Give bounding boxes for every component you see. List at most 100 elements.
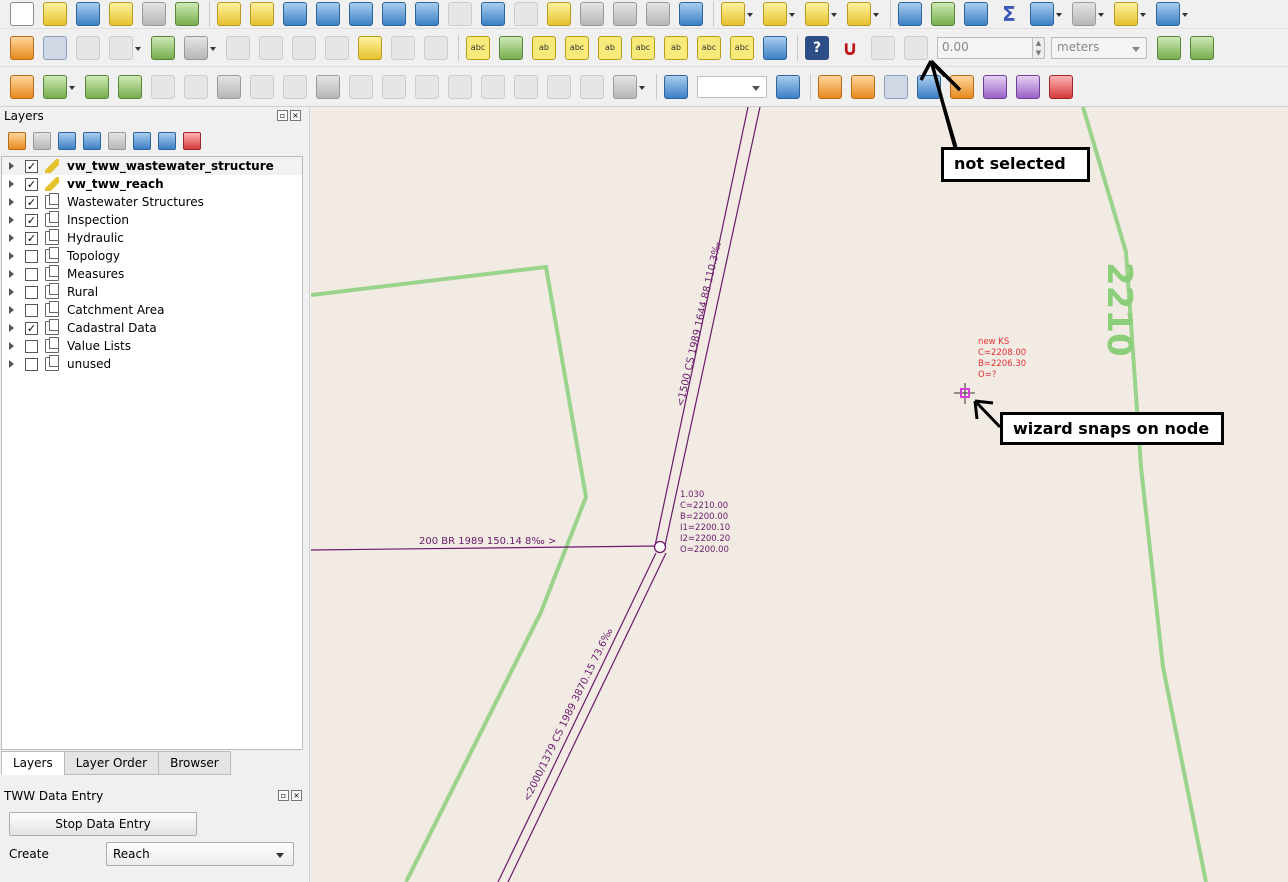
delete-ring-icon[interactable] <box>250 74 274 99</box>
expand-arrow-icon[interactable] <box>9 324 14 332</box>
layer-tree-row[interactable]: unused <box>2 355 302 373</box>
help-question-icon[interactable]: ? <box>805 35 829 60</box>
snap-intersection-icon[interactable] <box>1190 35 1214 60</box>
zoom-layer-icon[interactable] <box>415 2 439 26</box>
tww-connect-icon[interactable] <box>950 74 974 99</box>
tww-validity-icon[interactable] <box>1016 74 1040 99</box>
layer-tree-row[interactable]: Value Lists <box>2 337 302 355</box>
vertex-tool-icon[interactable] <box>151 35 175 60</box>
trash-icon[interactable] <box>259 35 283 60</box>
zoom-out-icon[interactable] <box>316 2 340 26</box>
topological-editing-icon[interactable] <box>1157 35 1181 60</box>
layer-tree-row[interactable]: Rural <box>2 283 302 301</box>
expand-all-icon[interactable] <box>133 132 151 150</box>
statistics-sigma-icon[interactable]: Σ <box>997 2 1021 26</box>
expand-arrow-icon[interactable] <box>9 162 14 170</box>
trim-extend-icon[interactable] <box>415 74 439 99</box>
tab-layer-order[interactable]: Layer Order <box>63 751 160 775</box>
redo-icon[interactable] <box>424 35 448 60</box>
snapping-type-icon[interactable] <box>904 35 928 60</box>
stop-data-entry-button[interactable]: Stop Data Entry <box>9 812 197 836</box>
expand-arrow-icon[interactable] <box>9 216 14 224</box>
open-project-icon[interactable] <box>43 2 67 26</box>
manhole-node[interactable] <box>653 540 667 554</box>
new-map-view-icon[interactable] <box>547 2 571 26</box>
zoom-next-icon[interactable] <box>514 2 538 26</box>
remove-layer-icon[interactable] <box>183 132 201 150</box>
layer-visibility-checkbox[interactable]: ✓ <box>25 321 38 335</box>
new-3d-view-icon[interactable] <box>580 2 604 26</box>
select-feature-icon[interactable] <box>721 2 753 26</box>
zoom-native-icon[interactable] <box>448 2 472 26</box>
refresh-icon[interactable] <box>679 2 703 26</box>
bookmark-icon[interactable] <box>613 2 637 26</box>
merge-attributes-icon[interactable] <box>547 74 571 99</box>
snapping-magnet-icon[interactable]: ∪ <box>838 36 862 60</box>
show-hide-label-icon[interactable]: ab <box>598 35 622 60</box>
python-console-icon[interactable] <box>763 35 787 60</box>
zoom-in-icon[interactable] <box>283 2 307 26</box>
tab-layers[interactable]: Layers <box>1 751 65 775</box>
map-canvas[interactable]: 2210 <1500 CS 1989 1644.88 110.3‰ <2000/… <box>311 107 1288 882</box>
tww-upstream-icon[interactable] <box>851 74 875 99</box>
pan-hand-icon[interactable] <box>217 2 241 26</box>
tab-browser[interactable]: Browser <box>158 751 231 775</box>
undo-icon[interactable] <box>391 35 415 60</box>
measure-ruler-icon[interactable] <box>1072 2 1104 26</box>
attribute-table-icon[interactable] <box>931 2 955 26</box>
database-icon[interactable] <box>776 74 800 99</box>
layer-visibility-checkbox[interactable] <box>25 339 38 353</box>
delete-selected-icon[interactable] <box>226 35 250 60</box>
rotate-feature-icon[interactable] <box>85 74 109 99</box>
layer-visibility-checkbox[interactable]: ✓ <box>25 213 38 227</box>
tww-wizard-icon[interactable] <box>884 74 908 99</box>
reshape-features-icon[interactable] <box>316 74 340 99</box>
expand-arrow-icon[interactable] <box>9 252 14 260</box>
expand-arrow-icon[interactable] <box>9 180 14 188</box>
select-by-location-icon[interactable] <box>847 2 879 26</box>
add-line-icon[interactable] <box>109 35 141 60</box>
filter-funnel-icon[interactable] <box>83 132 101 150</box>
snapping-unit-select[interactable]: meters <box>1051 36 1147 59</box>
expand-arrow-icon[interactable] <box>9 198 14 206</box>
close-panel-icon[interactable]: × <box>291 790 302 801</box>
float-panel-icon[interactable]: ▫ <box>277 110 288 121</box>
tolerance-spinbox-arrows[interactable]: ▲ ▼ <box>1033 36 1045 59</box>
layer-tree-row[interactable]: ✓ Inspection <box>2 211 302 229</box>
offset-point-icon[interactable] <box>613 74 645 99</box>
zoom-full-icon[interactable] <box>349 2 373 26</box>
layer-visibility-checkbox[interactable]: ✓ <box>25 159 38 173</box>
layer-tree-row[interactable]: ✓ vw_tww_reach <box>2 175 302 193</box>
layer-labeling-abc-icon[interactable]: abc <box>466 35 490 60</box>
layer-visibility-checkbox[interactable]: ✓ <box>25 177 38 191</box>
rotate-label-icon[interactable]: ab <box>664 35 688 60</box>
visibility-eye-icon[interactable] <box>58 132 76 150</box>
pan-to-selection-icon[interactable] <box>250 2 274 26</box>
filter-expression-icon[interactable] <box>108 132 126 150</box>
toggle-editing-pencil-icon[interactable] <box>43 35 67 60</box>
layer-tree-row[interactable]: Measures <box>2 265 302 283</box>
style-brush-icon[interactable] <box>8 132 26 150</box>
print-layout-icon[interactable] <box>142 2 166 26</box>
collapse-all-icon[interactable] <box>158 132 176 150</box>
sql-query-icon[interactable] <box>917 74 941 99</box>
new-project-icon[interactable] <box>10 2 34 26</box>
layer-visibility-checkbox[interactable] <box>25 303 38 317</box>
expand-arrow-icon[interactable] <box>9 342 14 350</box>
style-select[interactable] <box>697 75 767 98</box>
cad-tools-icon[interactable] <box>10 74 34 99</box>
offset-curve-icon[interactable] <box>349 74 373 99</box>
style-manager-icon[interactable] <box>175 2 199 26</box>
merge-features-icon[interactable] <box>514 74 538 99</box>
rotate-point-symbols-icon[interactable] <box>580 74 604 99</box>
add-group-icon[interactable] <box>33 132 51 150</box>
layer-tree-row[interactable]: Catchment Area <box>2 301 302 319</box>
expand-arrow-icon[interactable] <box>9 234 14 242</box>
expand-arrow-icon[interactable] <box>9 306 14 314</box>
layer-visibility-checkbox[interactable] <box>25 285 38 299</box>
pin-label-icon[interactable]: ab <box>532 35 556 60</box>
deselect-icon[interactable] <box>805 2 837 26</box>
cut-scissors-icon[interactable] <box>292 35 316 60</box>
open-table-icon[interactable] <box>1030 2 1062 26</box>
snapping-tolerance-input[interactable]: 0.00 <box>937 36 1033 59</box>
